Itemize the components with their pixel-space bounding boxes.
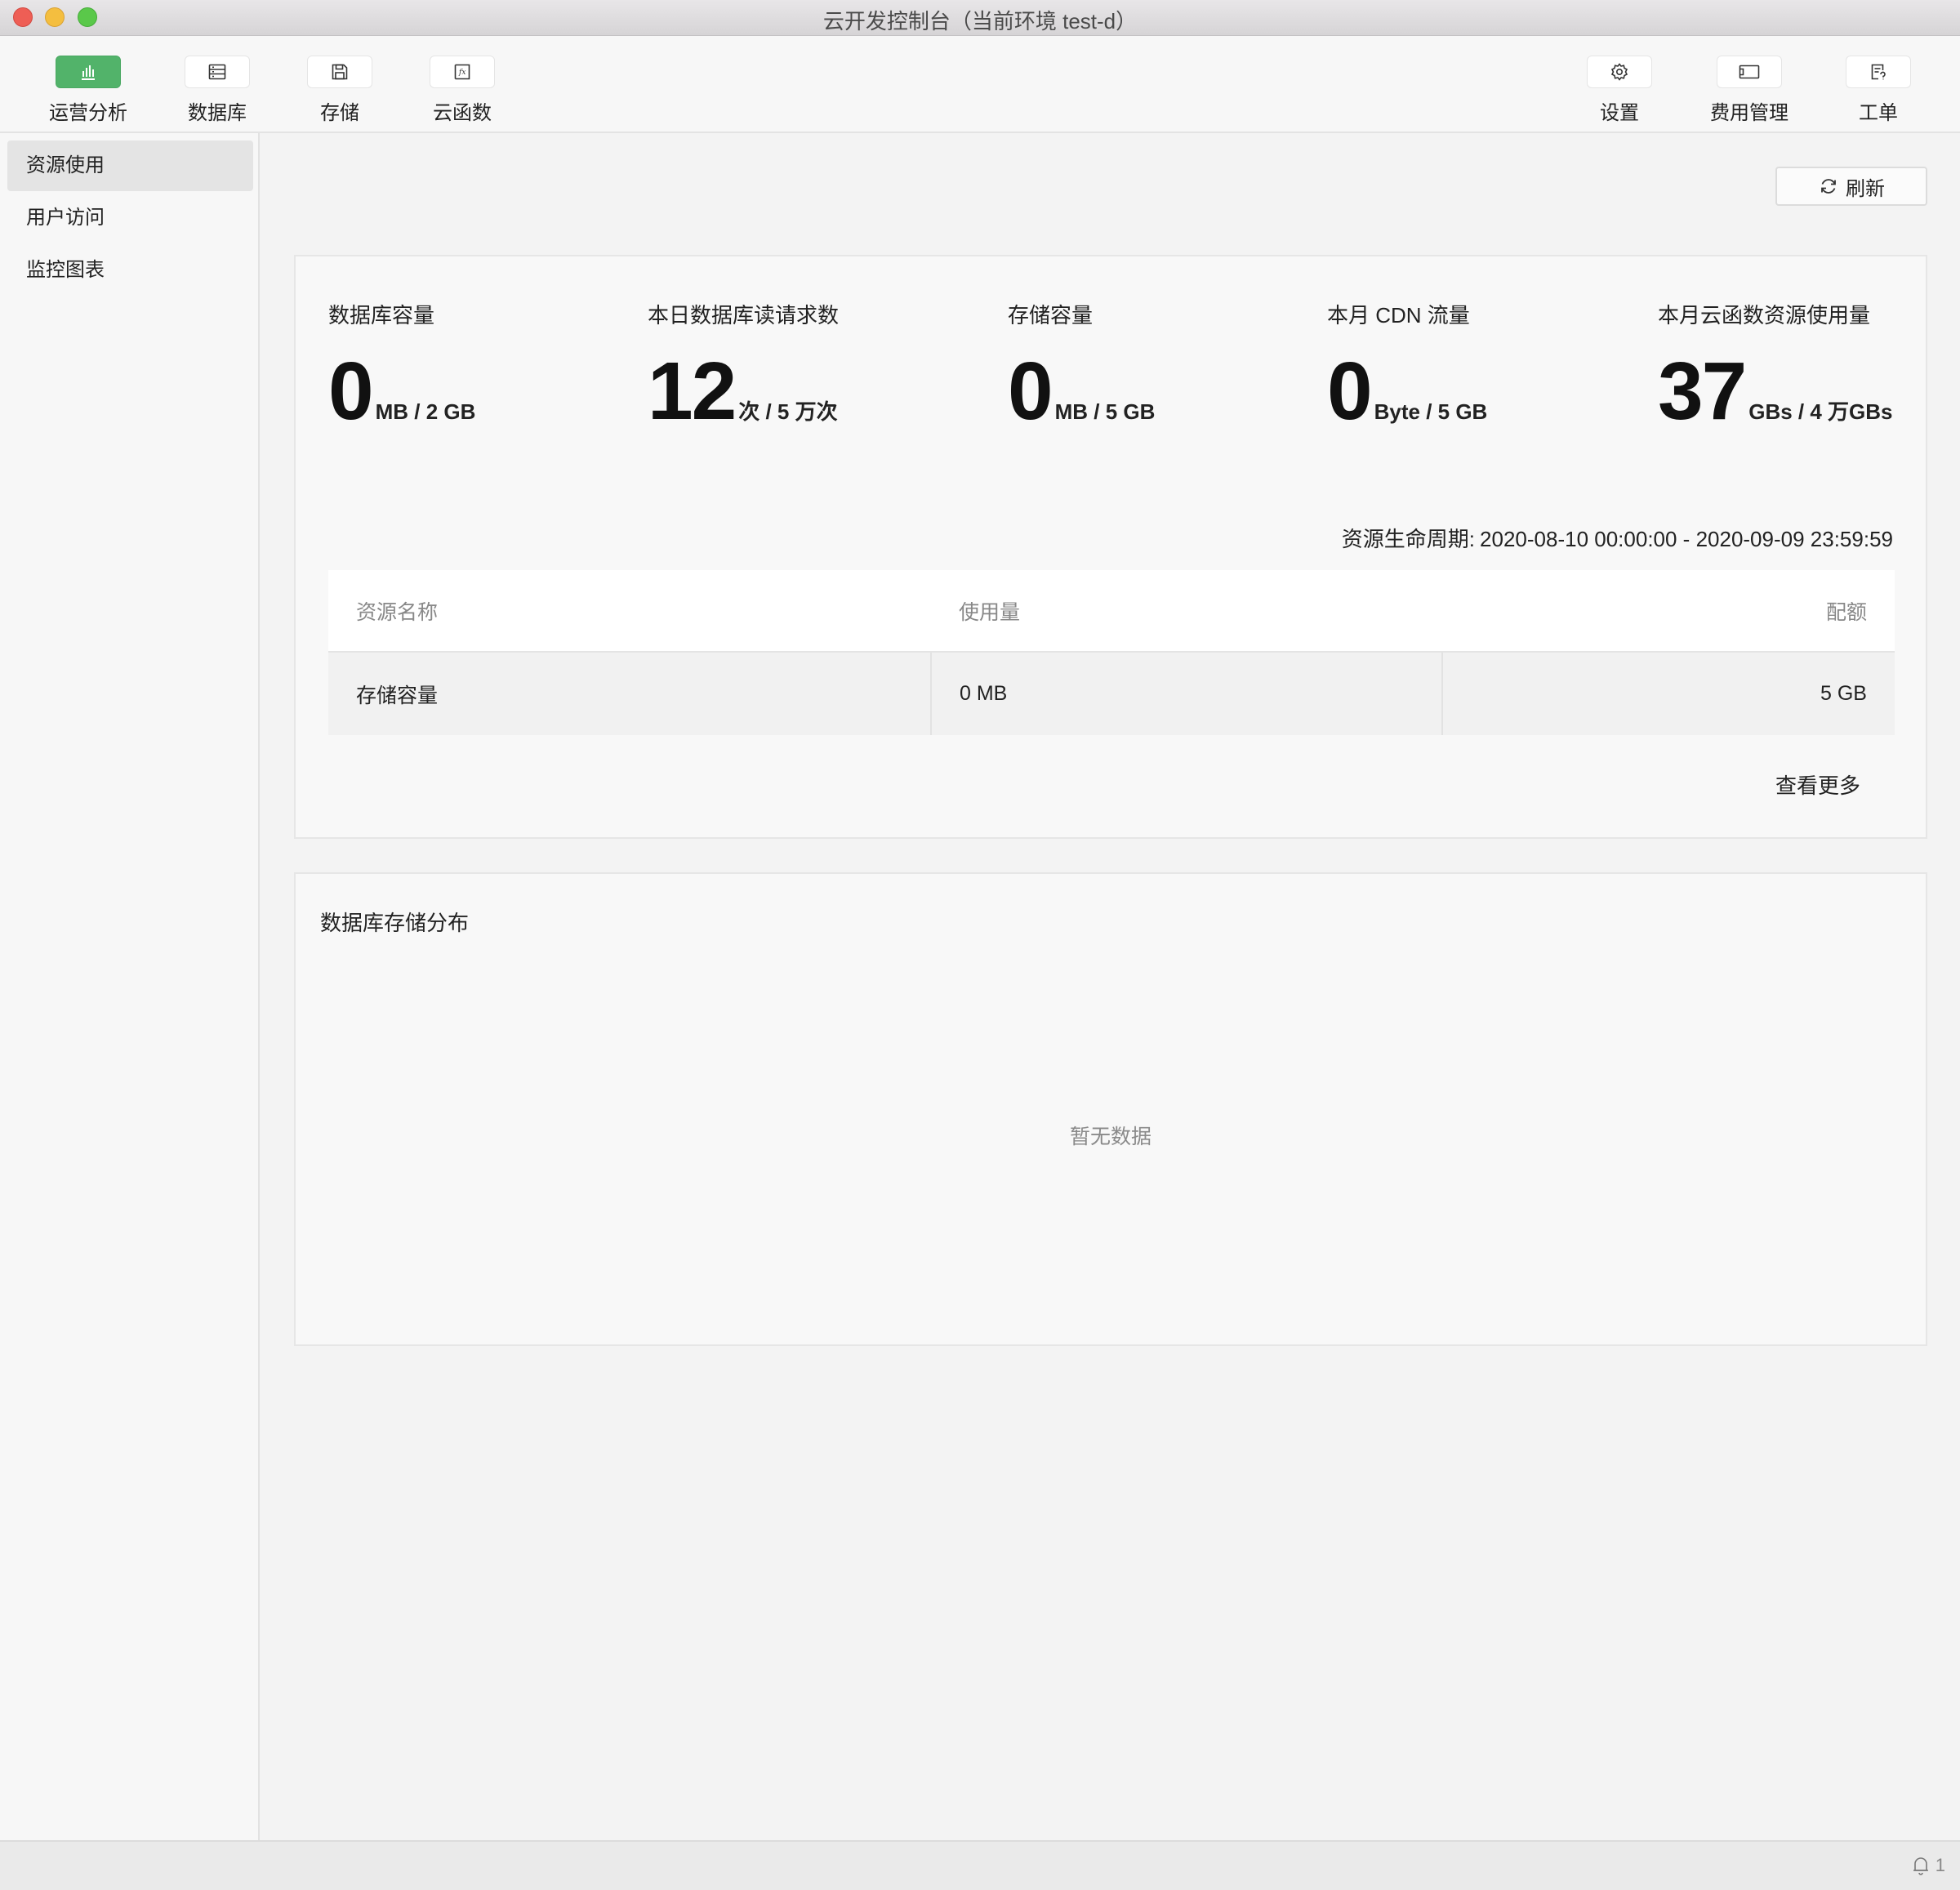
column-header-usage: 使用量 — [931, 570, 1442, 653]
toolbar-settings[interactable]: 设置 — [1566, 56, 1673, 125]
metric-label: 本月云函数资源使用量 — [1658, 303, 1871, 328]
refresh-button[interactable]: 刷新 — [1775, 167, 1927, 206]
refresh-label: 刷新 — [1846, 177, 1885, 200]
sidebar-item-monitoring-charts[interactable]: 监控图表 — [7, 245, 253, 296]
resource-lifecycle-value: 2020-08-10 00:00:00 - 2020-09-09 23:59:5… — [1480, 527, 1893, 551]
metric-unit: GBs / 4 万GBs — [1748, 399, 1893, 424]
toolbar-cloud-functions-label: 云函数 — [433, 102, 492, 124]
view-more-link[interactable]: 查看更多 — [1775, 769, 1860, 800]
function-icon: fx — [454, 64, 470, 80]
metric-unit: MB / 5 GB — [1054, 399, 1156, 424]
metric-label: 本月 CDN 流量 — [1327, 303, 1470, 328]
toolbar-storage[interactable]: 存储 — [287, 56, 393, 125]
toolbar-database[interactable]: 数据库 — [164, 56, 270, 125]
notification-count: 1 — [1935, 1855, 1945, 1875]
app-window: 云开发控制台（当前环境 test-d） 运营分析 数据库 存储 fx 云函数 设… — [0, 0, 1960, 1890]
refresh-icon — [1821, 179, 1836, 194]
bar-chart-icon — [82, 65, 95, 80]
title-bar: 云开发控制台（当前环境 test-d） — [0, 0, 1960, 36]
sidebar: 资源使用 用户访问 监控图表 — [0, 133, 260, 1840]
metric-unit: 次 / 5 万次 — [738, 399, 838, 424]
metric-unit: MB / 2 GB — [375, 399, 476, 424]
toolbar-analytics[interactable]: 运营分析 — [35, 56, 141, 125]
table-row: 存储容量 0 MB 5 GB — [328, 652, 1895, 735]
metric-value: 0 — [1008, 345, 1054, 437]
db-storage-distribution-panel: 数据库存储分布 暂无数据 — [294, 872, 1927, 1346]
metric-value: 0 — [1327, 345, 1373, 437]
status-bar: 1 — [0, 1840, 1960, 1890]
toolbar-tickets[interactable]: 工单 — [1825, 56, 1931, 125]
column-header-quota: 配额 — [1442, 570, 1895, 653]
metric-label: 数据库容量 — [328, 303, 435, 328]
metric-function-usage: 本月云函数资源使用量 37 GBs / 4 万GBs — [1658, 299, 1893, 432]
resource-usage-panel: 数据库容量 0 MB / 2 GB 本日数据库读请求数 12 次 / 5 万次 存储… — [294, 255, 1927, 839]
toolbar-tickets-label: 工单 — [1859, 102, 1898, 124]
resource-lifecycle: 资源生命周期: 2020-08-10 00:00:00 - 2020-09-09 … — [1337, 523, 1893, 553]
sidebar-item-resource-usage[interactable]: 资源使用 — [7, 140, 253, 191]
toolbar-database-label: 数据库 — [188, 102, 247, 124]
resource-lifecycle-label: 资源生命周期: — [1341, 527, 1476, 551]
cell-resource-name: 存储容量 — [328, 652, 931, 735]
floppy-disk-icon — [332, 64, 348, 80]
gear-icon — [1610, 63, 1628, 81]
toolbar-cloud-functions[interactable]: fx 云函数 — [409, 56, 515, 125]
resource-table: 资源名称 使用量 配额 存储容量 0 MB 5 GB — [328, 570, 1895, 735]
wallet-icon — [1739, 65, 1760, 79]
toolbar-storage-label: 存储 — [320, 102, 359, 124]
metric-storage-capacity: 存储容量 0 MB / 5 GB — [1008, 299, 1155, 432]
sidebar-item-user-access[interactable]: 用户访问 — [7, 193, 253, 243]
metric-db-capacity: 数据库容量 0 MB / 2 GB — [328, 299, 475, 432]
bell-icon — [1913, 1857, 1928, 1875]
column-header-resource-name: 资源名称 — [328, 570, 931, 653]
toolbar: 运营分析 数据库 存储 fx 云函数 设置 费用管理 工单 — [0, 36, 1960, 133]
toolbar-billing-label: 费用管理 — [1710, 102, 1788, 124]
database-icon — [208, 64, 226, 80]
toolbar-billing[interactable]: 费用管理 — [1696, 56, 1802, 125]
panel-title: 数据库存储分布 — [320, 911, 470, 935]
notifications-button[interactable]: 1 — [1911, 1855, 1945, 1876]
metric-cdn-traffic: 本月 CDN 流量 0 Byte / 5 GB — [1327, 299, 1487, 432]
empty-state-text: 暂无数据 — [1069, 1126, 1152, 1148]
toolbar-analytics-label: 运营分析 — [49, 102, 127, 124]
metric-db-reads-today: 本日数据库读请求数 12 次 / 5 万次 — [648, 299, 839, 432]
chart-empty-area: 暂无数据 — [320, 964, 1901, 1307]
window-title: 云开发控制台（当前环境 test-d） — [822, 9, 1138, 33]
metric-label: 存储容量 — [1008, 303, 1094, 328]
cell-usage: 0 MB — [930, 652, 1442, 735]
metric-value: 0 — [328, 345, 374, 437]
table-header-row: 资源名称 使用量 配额 — [328, 570, 1895, 653]
cell-quota: 5 GB — [1441, 652, 1895, 735]
toolbar-settings-label: 设置 — [1600, 102, 1639, 124]
metric-value: 12 — [648, 345, 737, 437]
metric-label: 本日数据库读请求数 — [648, 303, 840, 328]
svg-text:fx: fx — [458, 69, 466, 77]
metric-value: 37 — [1658, 345, 1747, 437]
metric-unit: Byte / 5 GB — [1374, 399, 1488, 424]
ticket-icon — [1871, 64, 1886, 80]
